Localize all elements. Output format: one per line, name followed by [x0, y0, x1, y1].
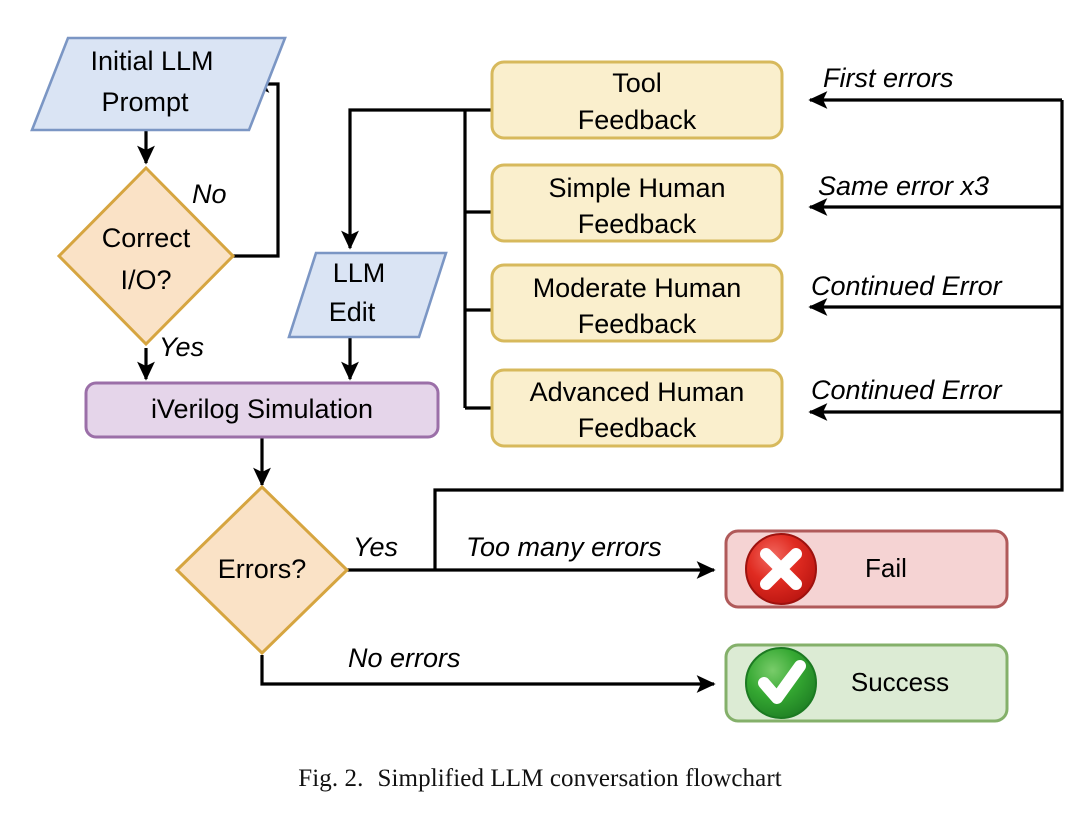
correct-io-label-line2: I/O? — [120, 265, 171, 295]
feedback-tool-label-line1: Tool — [612, 68, 662, 98]
figure-caption-text: Simplified LLM conversation flowchart — [377, 765, 782, 792]
flowchart-diagram: Initial LLM Prompt Correct I/O? LLM Edit… — [30, 36, 1064, 723]
edge-label-no: No — [192, 179, 227, 209]
node-success[interactable]: Success — [724, 643, 1009, 723]
edge-label-continued-error-1: Continued Error — [811, 271, 1003, 301]
node-llm-edit[interactable]: LLM Edit — [287, 251, 448, 339]
node-initial-llm-prompt[interactable]: Initial LLM Prompt — [30, 36, 287, 132]
x-circle-icon — [745, 533, 817, 605]
success-label: Success — [851, 667, 949, 697]
edge-label-yes-errors: Yes — [353, 532, 398, 562]
figure-caption: Fig. 2. Simplified LLM conversation flowc… — [0, 765, 1080, 793]
feedback-moderate-label-line2: Feedback — [578, 309, 697, 339]
edge-label-same-error-x3: Same error x3 — [818, 171, 989, 201]
feedback-tool-label-line2: Feedback — [578, 105, 697, 135]
initial-prompt-label-line2: Prompt — [101, 87, 189, 117]
figure-root: Initial LLM Prompt Correct I/O? LLM Edit… — [0, 0, 1080, 823]
node-errors-decision[interactable]: Errors? — [174, 484, 350, 656]
initial-prompt-label-line1: Initial LLM — [90, 46, 213, 76]
figure-caption-number: Fig. 2. — [298, 765, 364, 792]
check-circle-icon — [745, 647, 817, 719]
iverilog-label: iVerilog Simulation — [151, 394, 373, 424]
node-iverilog-simulation[interactable]: iVerilog Simulation — [84, 381, 440, 439]
node-feedback-advanced-human[interactable]: Advanced Human Feedback — [490, 368, 784, 448]
node-fail[interactable]: Fail — [724, 529, 1009, 609]
edge-label-first-errors: First errors — [823, 63, 954, 93]
edge-label-too-many-errors: Too many errors — [466, 532, 662, 562]
feedback-simple-label-line1: Simple Human — [548, 173, 725, 203]
feedback-moderate-label-line1: Moderate Human — [533, 273, 742, 303]
llm-edit-label-line2: Edit — [329, 297, 376, 327]
feedback-advanced-label-line2: Feedback — [578, 413, 697, 443]
node-feedback-simple-human[interactable]: Simple Human Feedback — [490, 163, 784, 243]
errors-label: Errors? — [218, 554, 307, 584]
llm-edit-label-line1: LLM — [333, 258, 386, 288]
feedback-advanced-label-line1: Advanced Human — [530, 377, 745, 407]
correct-io-label-line1: Correct — [102, 223, 191, 253]
edge-label-yes-correct-io: Yes — [159, 332, 204, 362]
fail-label: Fail — [865, 553, 907, 583]
feedback-simple-label-line2: Feedback — [578, 209, 697, 239]
edge-label-continued-error-2: Continued Error — [811, 375, 1003, 405]
edge-label-no-errors: No errors — [348, 643, 461, 673]
edge-errors-no-to-success — [260, 655, 716, 693]
node-feedback-moderate-human[interactable]: Moderate Human Feedback — [490, 263, 784, 343]
edge-bus-to-llmedit — [341, 108, 465, 250]
node-feedback-tool[interactable]: Tool Feedback — [490, 60, 784, 140]
